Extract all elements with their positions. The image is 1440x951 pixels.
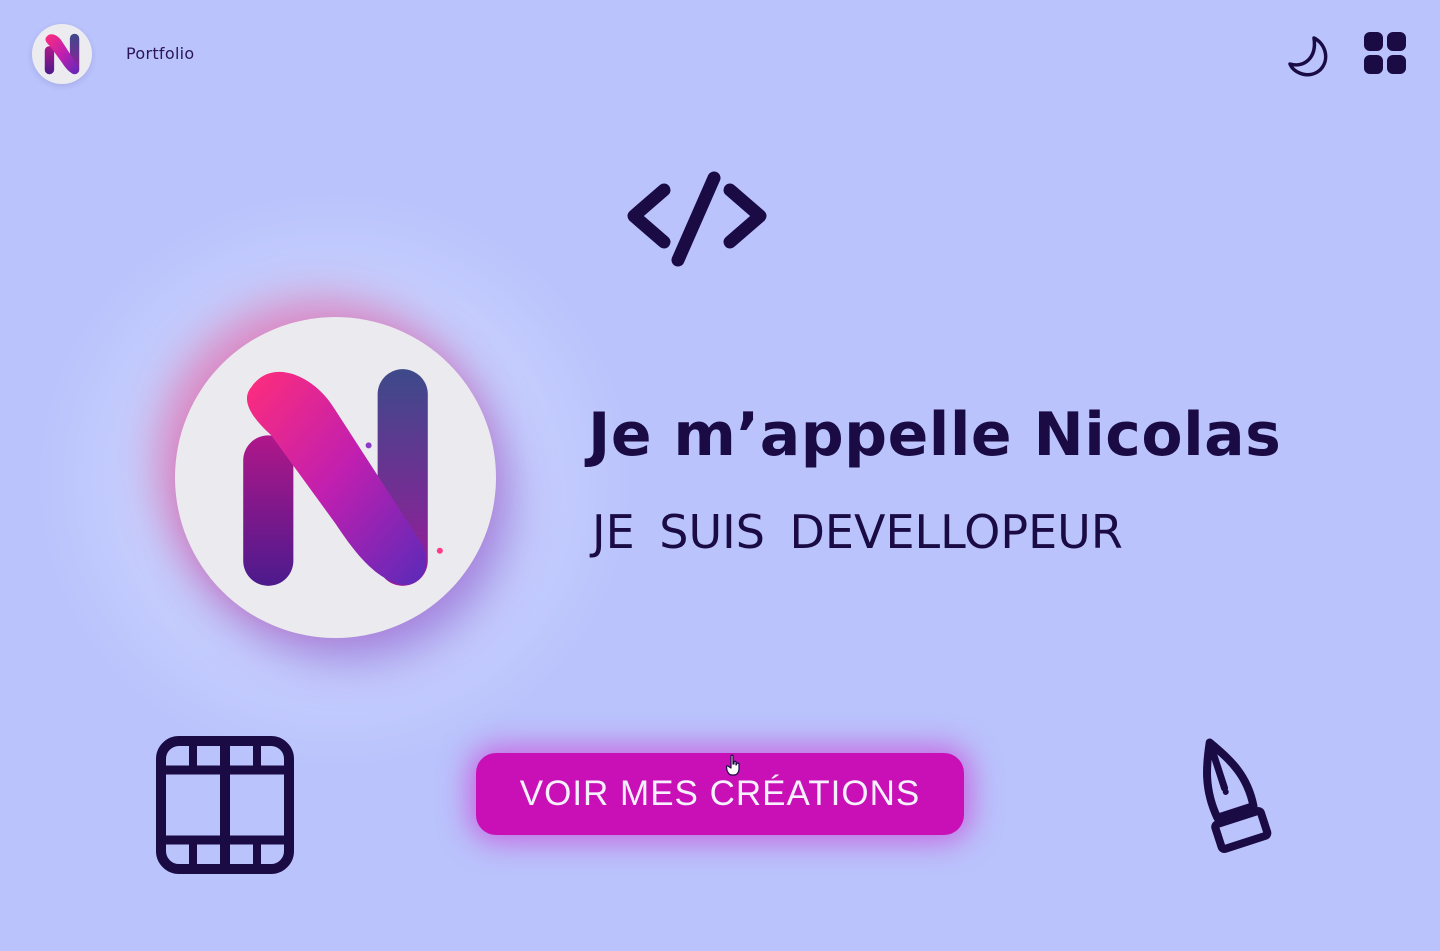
n-logo-icon [44,33,80,75]
hero-headline: Je m’appelle Nicolas [588,400,1282,470]
apps-grid-icon [1364,32,1406,74]
site-logo[interactable] [32,24,92,84]
hand-cursor-icon [726,754,740,776]
apps-menu-button[interactable] [1362,30,1410,78]
n-logo-icon [243,369,443,586]
brand-name[interactable]: Portfolio [126,44,195,63]
pen-tool-icon [1203,738,1272,854]
hero-subheadline: JE SUIS DEVELLOPEUR [592,505,1123,559]
moon-icon [1288,36,1328,77]
code-icon [627,171,767,267]
hero-logo [175,317,496,638]
theme-toggle-button[interactable] [1284,30,1334,80]
view-creations-button[interactable]: VOIR MES CRÉATIONS [476,753,964,835]
film-icon [156,736,294,874]
